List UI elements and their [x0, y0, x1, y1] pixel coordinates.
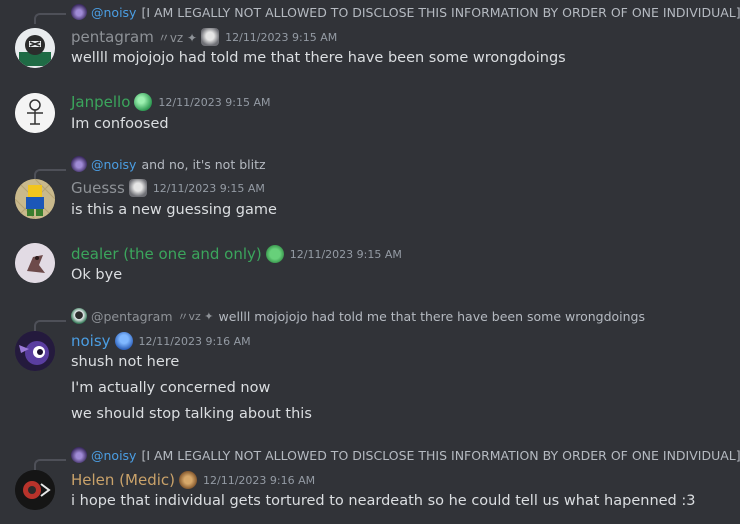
pentagram-mini-avatar-icon	[71, 308, 87, 324]
green-orb-icon	[134, 93, 153, 111]
timestamp: 12/11/2023 9:15 AM	[158, 95, 271, 109]
message-text: Im confoosed	[71, 116, 169, 132]
reply-text: [I AM LEGALLY NOT ALLOWED TO DISCLOSE TH…	[141, 447, 740, 463]
pentagram-avatar[interactable]	[15, 28, 55, 68]
author-tag: 〃vz ✦	[157, 30, 198, 45]
reply-preview[interactable]: @noisy [I AM LEGALLY NOT ALLOWED TO DISC…	[71, 446, 740, 464]
reply-mention[interactable]: @noisy	[91, 5, 136, 20]
timestamp: 12/11/2023 9:16 AM	[138, 334, 251, 348]
message-text: Ok bye	[71, 267, 123, 283]
author-name[interactable]: Helen (Medic)	[71, 471, 175, 489]
reply-spine	[34, 320, 66, 331]
reply-mention[interactable]: @noisy	[91, 157, 136, 172]
dealer-avatar[interactable]	[15, 243, 55, 283]
reply-text: and no, it's not blitz	[141, 156, 266, 172]
timestamp: 12/11/2023 9:15 AM	[289, 247, 402, 261]
message-text: wellll mojojojo had told me that there h…	[71, 50, 566, 66]
noisy-mini-avatar-icon	[71, 156, 87, 172]
reply-spine	[34, 459, 66, 470]
reply-preview[interactable]: @noisy and no, it's not blitz	[71, 155, 266, 173]
guesss-avatar[interactable]	[15, 179, 55, 219]
author-name[interactable]: Janpello	[71, 93, 130, 111]
swirl-icon	[179, 471, 197, 489]
author-name[interactable]: noisy	[71, 332, 111, 350]
hood-figure-icon	[201, 28, 220, 46]
message-text: i hope that individual gets tortured to …	[71, 493, 696, 509]
reply-mention[interactable]: @pentagram	[91, 309, 173, 324]
janpello-avatar[interactable]	[15, 93, 55, 133]
noisy-avatar[interactable]	[15, 331, 55, 371]
reply-mention[interactable]: @noisy	[91, 448, 136, 463]
timestamp: 12/11/2023 9:15 AM	[152, 181, 265, 195]
message-text: I'm actually concerned now	[71, 380, 271, 396]
hood-figure-icon	[128, 179, 147, 197]
timestamp: 12/11/2023 9:15 AM	[225, 30, 338, 44]
author-name[interactable]: Guesss	[71, 179, 125, 197]
reply-spine	[34, 13, 66, 24]
reply-text: [I AM LEGALLY NOT ALLOWED TO DISCLOSE TH…	[141, 4, 740, 20]
author-name[interactable]: pentagram	[71, 28, 154, 46]
blue-mushroom-icon	[114, 332, 133, 350]
message-text: is this a new guessing game	[71, 202, 277, 218]
message-text: shush not here	[71, 354, 180, 370]
reply-tag: 〃vz ✦	[177, 310, 214, 323]
timestamp: 12/11/2023 9:16 AM	[203, 473, 316, 487]
reply-preview[interactable]: @pentagram 〃vz ✦ wellll mojojojo had tol…	[71, 307, 645, 325]
noisy-mini-avatar-icon	[71, 447, 87, 463]
message-text: we should stop talking about this	[71, 406, 312, 422]
reply-spine	[34, 169, 66, 180]
helen-avatar[interactable]	[15, 470, 55, 510]
reply-preview[interactable]: @noisy [I AM LEGALLY NOT ALLOWED TO DISC…	[71, 3, 740, 21]
reply-text: wellll mojojojo had told me that there h…	[218, 308, 646, 324]
noisy-mini-avatar-icon	[71, 4, 87, 20]
frog-icon	[265, 245, 284, 263]
author-name[interactable]: dealer (the one and only)	[71, 245, 262, 263]
